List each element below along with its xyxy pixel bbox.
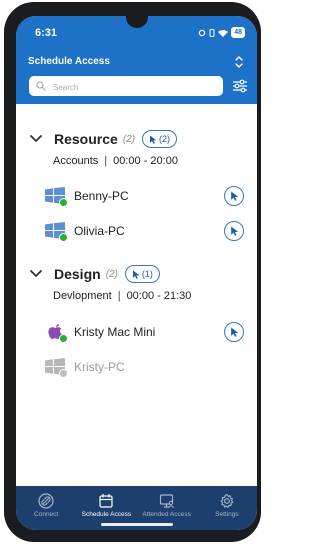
apple-icon [45,323,68,343]
active-sessions-badge[interactable]: (1) [124,265,160,283]
group-department: Accounts [53,155,99,167]
home-indicator[interactable] [101,523,173,526]
gear-small-icon [199,29,206,36]
windows-icon [45,187,68,207]
group-hours: 00:00 - 20:00 [113,155,178,167]
camera-notch [126,16,148,28]
cursor-icon [230,226,238,236]
active-sessions-count: (1) [141,269,153,279]
tab-label: Schedule Access [81,511,132,518]
offline-status-dot [59,369,68,378]
cursor-icon [150,135,157,144]
status-icons: 48 [198,27,245,38]
group-hours: 00:00 - 21:30 [126,290,192,302]
connect-button[interactable] [224,322,244,342]
device-name: Kristy-PC [74,360,125,374]
calendar-icon [99,493,113,508]
group-header-design[interactable]: Design (2) (1) [30,265,160,283]
group-count: (2) [122,133,136,145]
connect-button[interactable] [224,186,244,206]
group-department: Devlopment [53,290,112,302]
device-row[interactable]: Kristy-PC [45,355,125,379]
divider: | [104,155,108,167]
chevron-down-icon[interactable] [30,134,42,144]
link-icon [38,493,54,509]
cursor-icon [132,270,140,279]
page-title: Schedule Access [28,56,110,67]
group-header-resource[interactable]: Resource (2) (2) [30,130,178,148]
expand-collapse-icon[interactable] [233,54,245,70]
search-icon [36,81,46,91]
group-schedule: Devlopment | 00:00 - 21:30 [53,290,191,302]
app-screen: 6:31 48 Schedule Access Search Resource … [16,16,257,530]
vibrate-icon [209,28,215,37]
online-status-dot [59,198,68,207]
chevron-down-icon[interactable] [30,269,42,279]
battery-icon: 48 [231,27,245,38]
device-row[interactable]: Olivia-PC [45,219,125,243]
active-sessions-badge[interactable]: (2) [142,130,178,148]
filter-icon[interactable] [231,78,249,94]
tab-connect[interactable]: Connect [16,486,76,530]
cursor-icon [230,191,238,201]
gear-icon [220,493,234,508]
group-schedule: Accounts | 00:00 - 20:00 [53,155,178,167]
device-name: Benny-PC [74,189,129,203]
device-row[interactable]: Benny-PC [45,184,129,208]
search-input[interactable] [51,78,220,96]
cursor-icon [230,327,238,337]
tab-settings[interactable]: Settings [197,486,257,530]
windows-icon [45,358,68,378]
device-name: Kristy Mac Mini [74,325,156,339]
monitor-user-icon [159,494,174,509]
search-box[interactable] [29,76,223,96]
status-time: 6:31 [35,27,58,39]
active-sessions-count: (2) [159,134,171,144]
bottom-tab-bar: Connect Schedule Access Attended Access [16,486,257,530]
group-name: Design [54,266,101,282]
device-row[interactable]: Kristy Mac Mini [45,320,155,344]
device-name: Olivia-PC [74,224,125,238]
group-count: (2) [105,268,118,280]
phone-frame: 6:31 48 Schedule Access Search Resource … [4,2,261,542]
online-status-dot [59,233,68,242]
windows-icon [45,222,68,242]
app-header: 6:31 48 Schedule Access [16,16,257,104]
tab-label: Settings [215,511,239,518]
connect-button[interactable] [224,221,244,241]
wifi-icon [218,29,229,37]
tab-label: Connect [34,511,59,518]
online-status-dot [59,334,68,343]
tab-label: Attended Access [142,511,191,518]
divider: | [117,290,121,302]
group-name: Resource [54,131,118,147]
